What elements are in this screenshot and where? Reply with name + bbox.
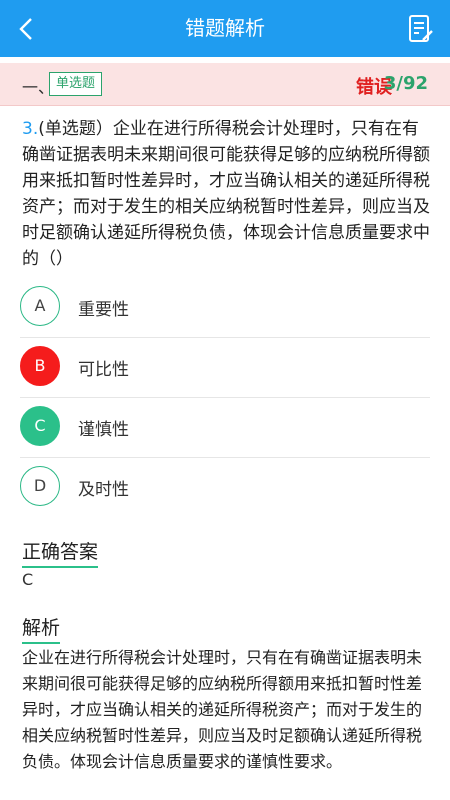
option-c[interactable]: C 谨慎性: [20, 398, 430, 458]
question-stem: 3.(单选题）企业在进行所得税会计处理时，只有在有确凿证据表明未来期间很可能获得…: [22, 116, 432, 272]
options-list: A 重要性 B 可比性 C 谨慎性 D 及时性: [20, 278, 430, 517]
option-d[interactable]: D 及时性: [20, 458, 430, 517]
option-text: 谨慎性: [78, 420, 129, 440]
option-b[interactable]: B 可比性: [20, 338, 430, 398]
option-letter-circle: B: [20, 346, 60, 386]
option-text: 及时性: [78, 480, 129, 500]
page-title: 错题解析: [185, 16, 265, 40]
analysis-text: 企业在进行所得税会计处理时，只有在有确凿证据表明未来期间很可能获得足够的应纳税所…: [22, 648, 423, 771]
option-a[interactable]: A 重要性: [20, 278, 430, 338]
question-section-bar: 一、 单选题 错误 3/92: [0, 63, 450, 106]
correct-answer-value: C: [22, 570, 34, 589]
option-letter-circle: A: [20, 286, 60, 326]
option-text: 重要性: [78, 300, 129, 320]
option-text: 可比性: [78, 360, 129, 380]
correct-answer-heading: 正确答案: [22, 540, 99, 568]
app-header: 错题解析: [0, 0, 450, 57]
question-number: 3.: [22, 119, 39, 139]
question-text: (单选题）企业在进行所得税会计处理时，只有在有确凿证据表明未来期间很可能获得足够…: [22, 119, 430, 269]
notes-icon: [409, 15, 433, 42]
notes-button[interactable]: [404, 12, 438, 46]
option-letter-circle: C: [20, 406, 60, 446]
option-letter-circle: D: [20, 466, 60, 506]
question-type-badge: 单选题: [49, 72, 103, 96]
question-progress: 3/92: [383, 73, 428, 94]
analysis-heading: 解析: [22, 616, 61, 644]
